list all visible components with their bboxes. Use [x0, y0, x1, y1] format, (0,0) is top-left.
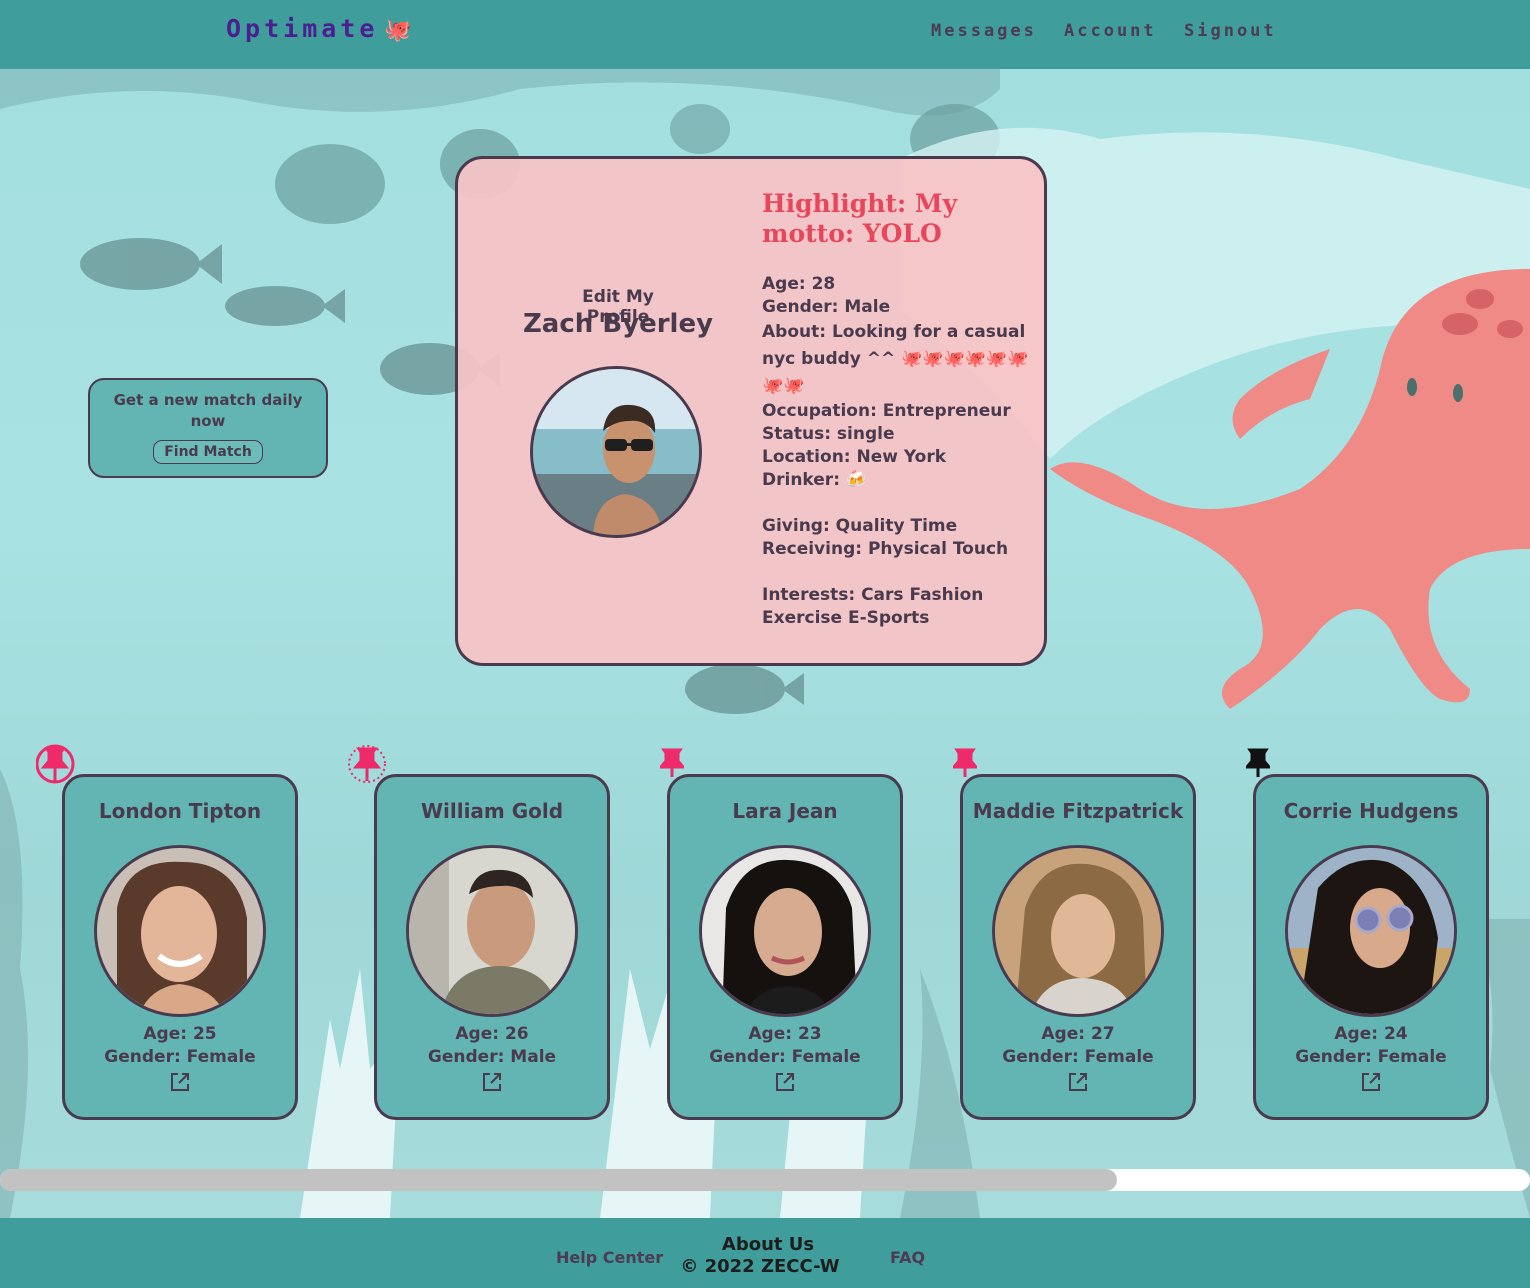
external-link-icon[interactable] — [1067, 1071, 1089, 1093]
match-age: Age: 25 — [143, 1024, 217, 1044]
nav-messages-link[interactable]: Messages — [931, 21, 1037, 41]
match-gender: Gender: Female — [709, 1047, 861, 1067]
footer: Help Center About Us © 2022 ZECC-W FAQ — [0, 1218, 1530, 1288]
profile-interests: Interests: Cars Fashion Exercise E-Sport… — [762, 585, 984, 628]
profile-photo — [530, 366, 702, 538]
match-card: Lara Jean Age: 23 Gender: Female — [667, 774, 903, 1120]
profile-location: Location: New York — [762, 447, 947, 467]
profile-drinker: Drinker: 🍻 — [762, 470, 868, 490]
octopus-icon: 🐙 — [384, 18, 416, 43]
match-gender: Gender: Female — [1295, 1047, 1447, 1067]
profile-receiving: Receiving: Physical Touch — [762, 539, 1009, 559]
match-gender: Gender: Female — [104, 1047, 256, 1067]
match-photo — [94, 845, 266, 1017]
match-photo — [1285, 845, 1457, 1017]
profile-occupation: Occupation: Entrepreneur — [762, 401, 1011, 421]
profile-gender: Gender: Male — [762, 297, 891, 317]
external-link-icon[interactable] — [169, 1071, 191, 1093]
match-age: Age: 27 — [1041, 1024, 1115, 1044]
match-photo — [699, 845, 871, 1017]
external-link-icon[interactable] — [1360, 1071, 1382, 1093]
find-match-button[interactable]: Find Match — [153, 440, 263, 464]
match-name: London Tipton — [98, 799, 262, 823]
brand-logo[interactable]: Optimate 🐙 — [226, 14, 416, 43]
match-name: Lara Jean — [732, 799, 838, 823]
match-name: Maddie Fitzpatrick — [972, 799, 1184, 823]
profile-age: Age: 28 — [762, 274, 836, 294]
help-center-link[interactable]: Help Center — [556, 1248, 663, 1267]
match-age: Age: 26 — [455, 1024, 529, 1044]
brand-name[interactable]: Optimate — [226, 14, 378, 43]
daily-match-panel: Get a new match daily now Find Match — [88, 378, 328, 478]
profile-giving: Giving: Quality Time — [762, 516, 958, 536]
external-link-icon[interactable] — [481, 1071, 503, 1093]
match-card: William Gold Age: 26 Gender: Male — [374, 774, 610, 1120]
copyright-text: © 2022 ZECC-W — [680, 1256, 840, 1277]
match-card: London Tipton Age: 25 Gender: Female — [62, 774, 298, 1120]
profile-about: About: Looking for a casual nyc buddy ^^… — [762, 322, 1029, 396]
faq-link[interactable]: FAQ — [890, 1248, 925, 1267]
match-card: Corrie Hudgens Age: 24 Gender: Female — [1253, 774, 1489, 1120]
match-photo — [992, 845, 1164, 1017]
profile-details: Age: 28 Gender: Male About: Looking for … — [762, 273, 1032, 630]
nav-account-link[interactable]: Account — [1064, 21, 1157, 41]
profile-name: Zach Byerley — [522, 309, 714, 339]
top-navbar: Optimate 🐙 Messages Account Signout — [0, 0, 1530, 69]
profile-photo-image — [533, 369, 699, 535]
about-us-link[interactable]: About Us — [700, 1234, 836, 1255]
match-age: Age: 24 — [1334, 1024, 1408, 1044]
match-name: Corrie Hudgens — [1283, 799, 1459, 823]
nav-signout-link[interactable]: Signout — [1184, 21, 1277, 41]
match-gender: Gender: Female — [1002, 1047, 1154, 1067]
horizontal-scrollbar-thumb[interactable] — [0, 1169, 1117, 1191]
match-photo — [406, 845, 578, 1017]
match-card: Maddie Fitzpatrick Age: 27 Gender: Femal… — [960, 774, 1196, 1120]
my-profile-card: Edit My Profile Zach Byerley Highlight: … — [455, 156, 1047, 666]
external-link-icon[interactable] — [774, 1071, 796, 1093]
profile-status: Status: single — [762, 424, 895, 444]
match-name: William Gold — [420, 799, 564, 823]
match-gender: Gender: Male — [427, 1047, 557, 1067]
match-age: Age: 23 — [748, 1024, 822, 1044]
profile-highlight: Highlight: My motto: YOLO — [762, 189, 958, 248]
daily-match-text: Get a new match daily now — [113, 391, 303, 430]
